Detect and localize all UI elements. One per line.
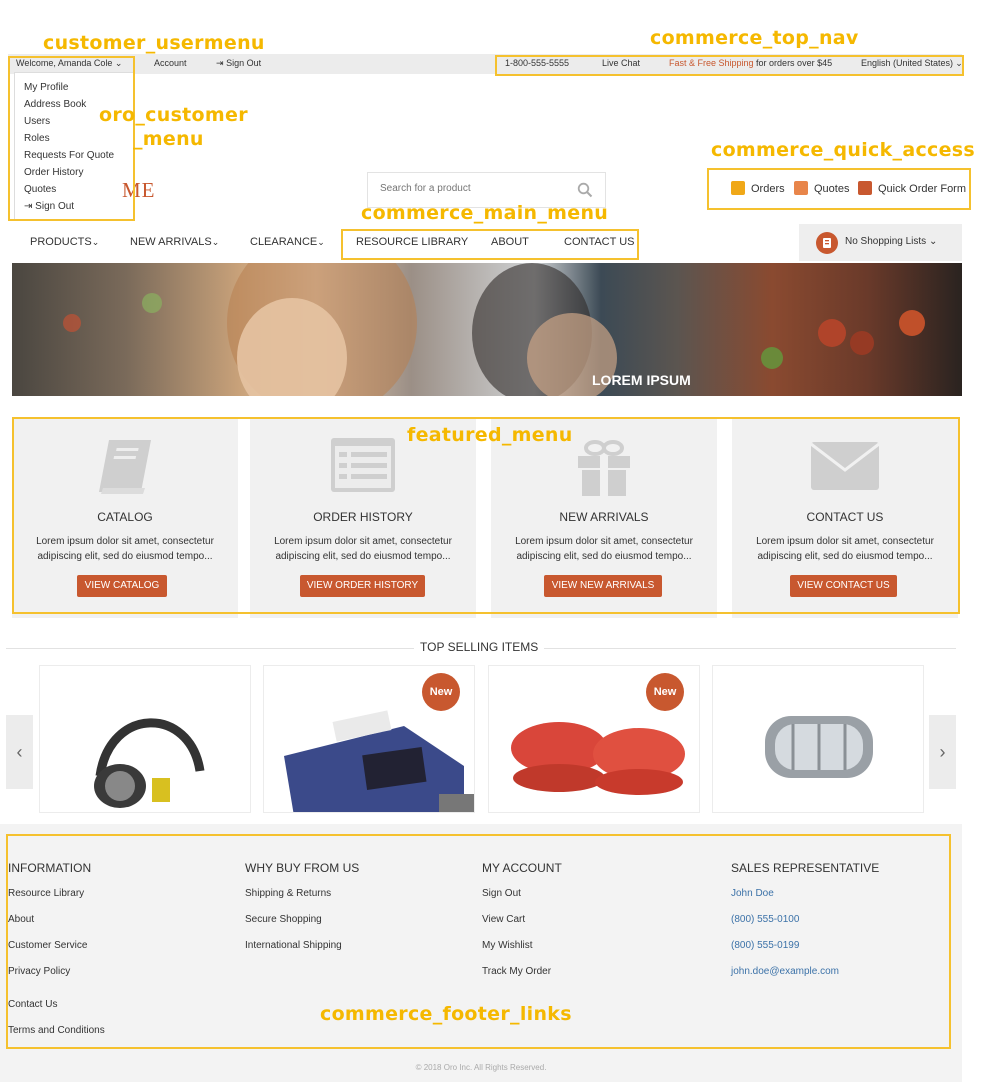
- chevron-down-icon: ⌄: [91, 237, 100, 247]
- product-image-headlamp: [94, 718, 205, 808]
- annotation-frame-quick-access: [707, 168, 971, 210]
- sign-out-top-link[interactable]: ⇥ Sign Out: [216, 58, 261, 69]
- nav-new-arrivals-label: NEW ARRIVALS: [130, 236, 212, 248]
- top-selling-heading: TOP SELLING ITEMS: [414, 640, 545, 654]
- search-icon[interactable]: [577, 182, 593, 198]
- annotation-label-customer-menu-2: _menu: [133, 128, 204, 150]
- nav-products[interactable]: PRODUCTS⌄: [30, 236, 99, 248]
- annotation-label-quick-access: commerce_quick_access: [711, 139, 976, 161]
- product-image-light-fixture: [765, 716, 873, 778]
- search-input[interactable]: [380, 183, 570, 194]
- hero-image: [63, 263, 925, 396]
- chevron-down-icon: ⌄: [211, 237, 220, 247]
- product-card-light-fixture[interactable]: [712, 665, 924, 813]
- sign-out-label: Sign Out: [226, 58, 262, 68]
- carousel-prev-arrow-icon[interactable]: ‹: [6, 715, 33, 789]
- chevron-down-icon: ⌄: [317, 237, 325, 247]
- sign-out-icon: ⇥: [216, 58, 224, 68]
- copyright: © 2018 Oro Inc. All Rights Reserved.: [415, 1063, 547, 1072]
- carousel-next-arrow-icon[interactable]: ›: [929, 715, 956, 789]
- hero-banner[interactable]: LOREM IPSUM: [12, 263, 962, 396]
- nav-products-label: PRODUCTS: [30, 236, 92, 248]
- new-badge: New: [646, 673, 684, 711]
- annotation-label-featured-menu: featured_menu: [407, 424, 573, 446]
- hero-title: LOREM IPSUM: [592, 372, 691, 388]
- annotation-frame-featured-menu: [12, 417, 960, 614]
- annotation-label-top-nav: commerce_top_nav: [650, 27, 859, 49]
- nav-clearance[interactable]: CLEARANCE⌄: [250, 236, 325, 248]
- annotation-frame-usermenu: [8, 56, 135, 221]
- annotation-label-usermenu: customer_usermenu: [43, 32, 265, 54]
- shopping-list-widget[interactable]: No Shopping Lists ⌄: [799, 224, 962, 261]
- nav-clearance-label: CLEARANCE: [250, 236, 318, 248]
- annotation-label-customer-menu-1: oro_customer: [99, 104, 248, 126]
- shopping-list-icon: [816, 232, 838, 254]
- product-card-headlamp[interactable]: [39, 665, 251, 813]
- annotation-label-main-menu: commerce_main_menu: [361, 202, 609, 224]
- nav-new-arrivals[interactable]: NEW ARRIVALS⌄: [130, 236, 219, 248]
- annotation-label-footer-links: commerce_footer_links: [320, 1003, 572, 1025]
- shopping-list-text: No Shopping Lists: [845, 236, 927, 247]
- annotation-frame-main-menu: [341, 229, 639, 260]
- annotation-frame-top-nav: [495, 55, 964, 76]
- chevron-down-icon: ⌄: [928, 236, 938, 247]
- account-link[interactable]: Account: [154, 58, 187, 68]
- new-badge: New: [422, 673, 460, 711]
- shopping-list-label: No Shopping Lists ⌄: [845, 236, 937, 247]
